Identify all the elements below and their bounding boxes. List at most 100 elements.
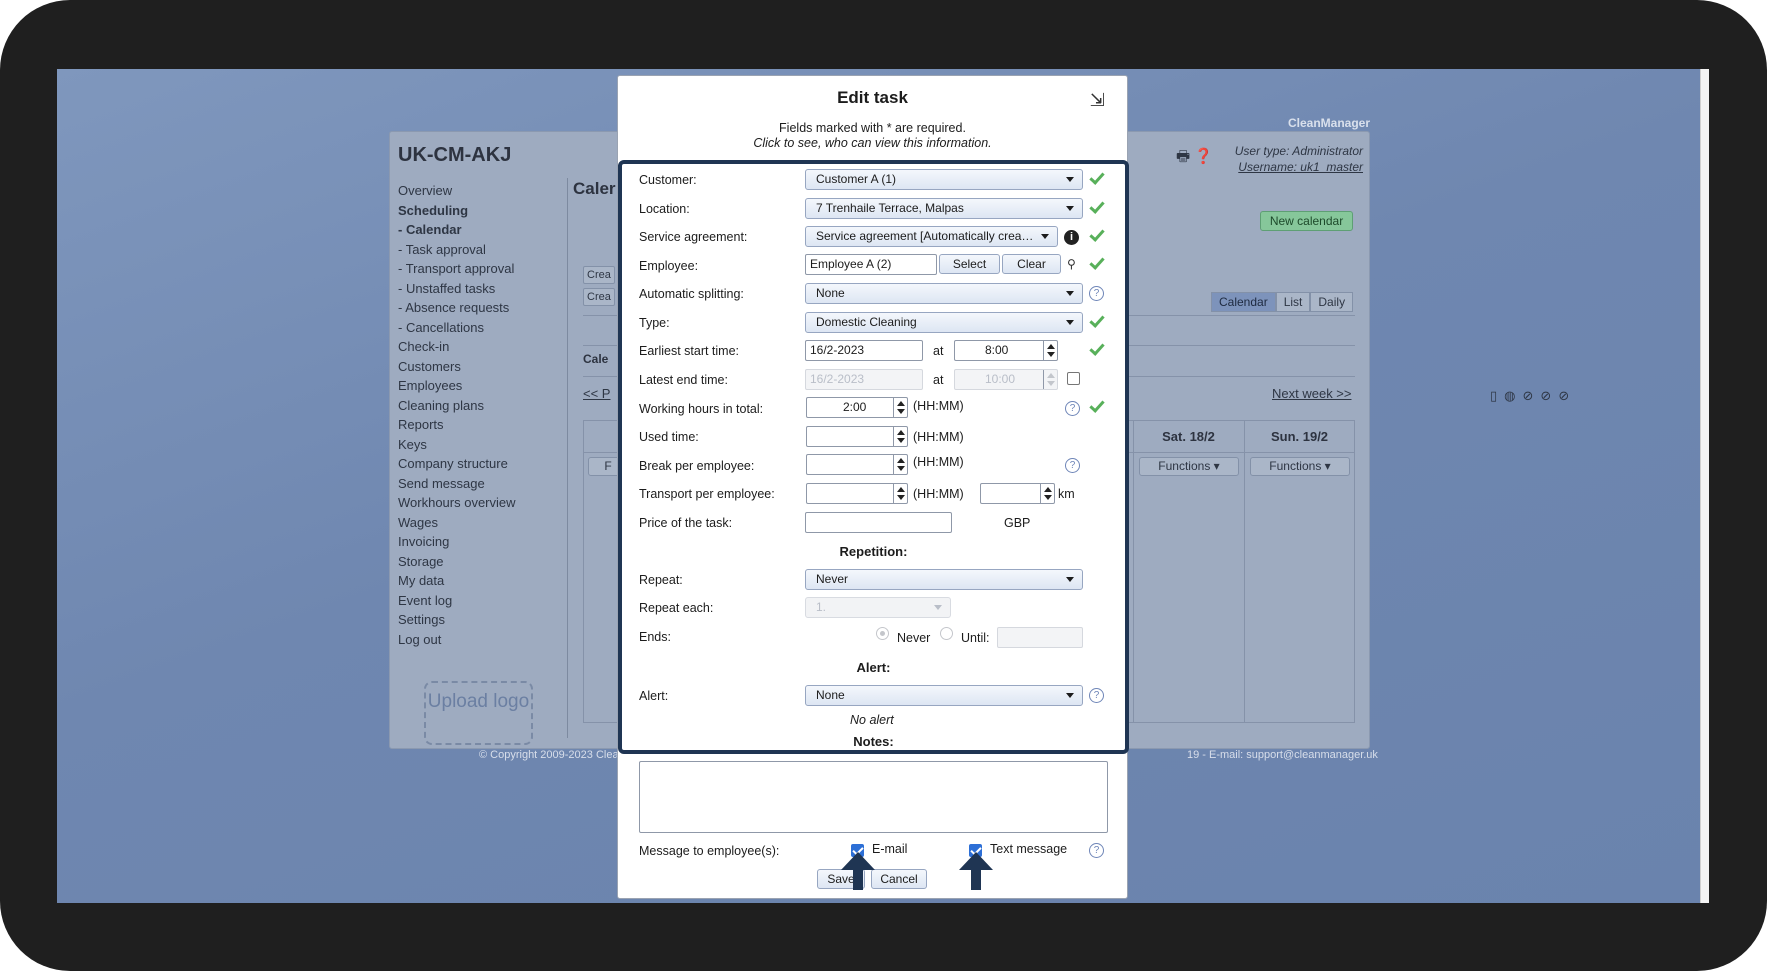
sidebar-item[interactable]: Workhours overview <box>398 493 563 513</box>
sidebar-item[interactable]: Send message <box>398 474 563 494</box>
location-label: Location: <box>639 202 690 216</box>
create-button-1[interactable]: Crea <box>583 266 615 284</box>
car-icon[interactable]: ◍ <box>1504 388 1522 403</box>
sidebar-nav: Overview Scheduling - Calendar - Task app… <box>398 181 563 649</box>
sidebar-item[interactable]: Cleaning plans <box>398 396 563 416</box>
next-week-link[interactable]: Next week >> <box>1272 386 1352 401</box>
automatic-splitting-select[interactable]: None <box>805 283 1083 304</box>
service-agreement-label: Service agreement: <box>639 230 748 244</box>
upload-logo-button[interactable]: Upload logo <box>424 681 533 745</box>
view-list-tab[interactable]: List <box>1275 292 1311 312</box>
no-key-icon[interactable]: ⊘ <box>1540 388 1558 403</box>
break-input[interactable] <box>806 454 908 475</box>
working-hours-input[interactable]: 2:00 <box>806 397 908 418</box>
alert-status: No alert <box>850 713 894 727</box>
latest-end-checkbox[interactable] <box>1067 372 1080 385</box>
sidebar-item[interactable]: - Unstaffed tasks <box>398 279 563 299</box>
sidebar-item[interactable]: Wages <box>398 513 563 533</box>
page-scrollbar[interactable] <box>1700 69 1709 903</box>
visibility-link[interactable]: Click to see, who can view this informat… <box>618 136 1127 151</box>
hierarchy-icon[interactable]: ⚲ <box>1067 257 1076 271</box>
chevron-down-icon <box>1066 291 1074 296</box>
select-employee-button[interactable]: Select <box>939 254 1000 274</box>
help-icon[interactable]: ? <box>1089 286 1104 301</box>
transport-input[interactable] <box>806 483 908 504</box>
sidebar-item[interactable]: Check-in <box>398 337 563 357</box>
help-circle-icon[interactable]: ❓ <box>1194 148 1213 165</box>
sidebar-item[interactable]: Overview <box>398 181 563 201</box>
customer-label: Customer: <box>639 173 697 187</box>
sidebar-item[interactable]: Company structure <box>398 454 563 474</box>
cancel-button[interactable]: Cancel <box>871 869 927 889</box>
type-select[interactable]: Domestic Cleaning <box>805 312 1083 333</box>
earliest-start-date-input[interactable]: 16/2-2023 <box>805 340 923 361</box>
print-icon[interactable]: 🖶 <box>1176 148 1190 165</box>
functions-button-sunday[interactable]: Functions ▾ <box>1250 457 1350 476</box>
sidebar-item[interactable]: Customers <box>398 357 563 377</box>
ends-until-radio[interactable] <box>940 627 953 640</box>
price-input[interactable] <box>805 512 952 533</box>
chevron-down-icon <box>1066 693 1074 698</box>
new-calendar-button[interactable]: New calendar <box>1260 211 1353 231</box>
sidebar-item[interactable]: - Calendar <box>398 220 563 240</box>
sidebar-item[interactable]: Settings <box>398 610 563 630</box>
km-label: km <box>1058 487 1075 501</box>
help-icon[interactable]: ? <box>1065 458 1080 473</box>
username[interactable]: Username: uk1_master <box>1235 159 1363 175</box>
view-calendar-tab[interactable]: Calendar <box>1211 292 1276 312</box>
break-label: Break per employee: <box>639 459 755 473</box>
used-time-input[interactable] <box>806 426 908 447</box>
no-user-icon[interactable]: ⊘ <box>1558 388 1576 403</box>
sidebar-item[interactable]: Employees <box>398 376 563 396</box>
help-icon[interactable]: ? <box>1089 688 1104 703</box>
sidebar-item[interactable]: Storage <box>398 552 563 572</box>
time-spinner[interactable] <box>1043 341 1057 360</box>
sidebar-item[interactable]: - Task approval <box>398 240 563 260</box>
time-spinner <box>1043 370 1057 389</box>
employee-input[interactable]: Employee A (2) <box>805 254 937 275</box>
text-message-label: Text message <box>990 842 1068 856</box>
service-agreement-select[interactable]: Service agreement [Automatically crea… <box>805 226 1058 247</box>
sidebar-item[interactable]: Event log <box>398 591 563 611</box>
sidebar-item[interactable]: Keys <box>398 435 563 455</box>
employee-label: Employee: <box>639 259 699 273</box>
location-select[interactable]: 7 Trenhaile Terrace, Malpas <box>805 198 1083 219</box>
no-comment-icon[interactable]: ⊘ <box>1523 388 1541 403</box>
notes-textarea[interactable] <box>639 761 1108 833</box>
support-email: 19 - E-mail: support@cleanmanager.uk <box>1187 749 1378 761</box>
chevron-down-icon <box>1066 577 1074 582</box>
help-icon[interactable]: ? <box>1089 843 1104 858</box>
transport-km-input[interactable] <box>980 483 1055 504</box>
hours-spinner[interactable] <box>893 427 907 446</box>
chevron-down-icon <box>934 605 942 610</box>
create-button-2[interactable]: Crea <box>583 288 615 306</box>
repeat-select[interactable]: Never <box>805 569 1083 590</box>
km-spinner[interactable] <box>1040 484 1054 503</box>
sidebar-item[interactable]: Scheduling <box>398 201 563 221</box>
alert-select[interactable]: None <box>805 685 1083 706</box>
sidebar-item[interactable]: - Cancellations <box>398 318 563 338</box>
functions-button-saturday[interactable]: Functions ▾ <box>1139 457 1239 476</box>
sidebar-item[interactable]: - Absence requests <box>398 298 563 318</box>
customer-value: Customer A (1) <box>816 172 897 186</box>
sidebar-item[interactable]: - Transport approval <box>398 259 563 279</box>
earliest-start-time-input[interactable]: 8:00 <box>954 340 1058 361</box>
earliest-start-label: Earliest start time: <box>639 344 740 358</box>
previous-week-link[interactable]: << P <box>583 386 610 401</box>
sidebar-item[interactable]: My data <box>398 571 563 591</box>
sidebar-item[interactable]: Log out <box>398 630 563 650</box>
sidebar-item[interactable]: Invoicing <box>398 532 563 552</box>
hours-spinner[interactable] <box>893 484 907 503</box>
customer-select[interactable]: Customer A (1) <box>805 169 1083 190</box>
help-icon[interactable]: ? <box>1065 401 1080 416</box>
sidebar-item[interactable]: Reports <box>398 415 563 435</box>
working-hours-label: Working hours in total: <box>639 402 764 416</box>
hours-spinner[interactable] <box>893 398 907 417</box>
ends-never-radio[interactable] <box>876 627 889 640</box>
minimize-dialog-icon[interactable]: ⇲ <box>1090 90 1105 111</box>
info-icon[interactable]: i <box>1064 230 1079 245</box>
view-daily-tab[interactable]: Daily <box>1310 292 1354 312</box>
hours-spinner[interactable] <box>893 455 907 474</box>
clear-employee-button[interactable]: Clear <box>1002 254 1061 274</box>
document-icon[interactable]: ▯ <box>1490 388 1504 403</box>
